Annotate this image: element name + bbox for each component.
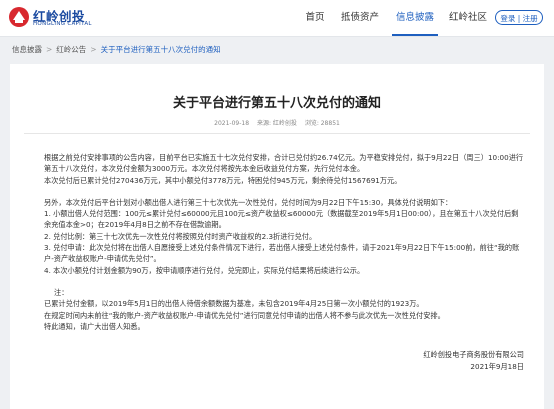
article-card: 关于平台进行第五十八次兑付的通知 2021-09-18 来源: 红岭创投 浏览:…	[10, 64, 544, 409]
login-link[interactable]: 登录	[500, 14, 515, 23]
article-meta: 2021-09-18 来源: 红岭创投 浏览: 28851	[10, 118, 544, 127]
breadcrumb-item-current: 关于平台进行第五十八次兑付的通知	[100, 45, 221, 54]
paragraph: 本次兑付后已累计兑付270436万元，其中小额兑付3778万元，特困兑付945万…	[44, 175, 402, 185]
article-views: 浏览: 28851	[304, 120, 340, 127]
nav-item-community[interactable]: 红岭社区	[446, 0, 490, 36]
breadcrumb-separator: >	[46, 45, 53, 54]
article-body: 根据之前兑付安排事项的公告内容，目前平台已实施五十七次兑付安排，合计已兑付约26…	[44, 152, 524, 332]
nav-item-home[interactable]: 首页	[300, 0, 330, 36]
nav-item-disclosure[interactable]: 信息披露	[392, 0, 438, 36]
auth-box: 登录 | 注册	[495, 10, 543, 25]
paragraph: 1. 小额出借人兑付范围：100元≤累计兑付≤60000元且100元≤资产收益权…	[44, 209, 519, 230]
note-item: 在规定时间内未前往“我的账户-资产收益权账户-申请优先兑付”进行同意兑付申请的出…	[44, 310, 445, 320]
note-item: 已累计兑付金额，以2019年5月1日的出借人待借余额数据为基准，未包含2019年…	[44, 299, 424, 309]
auth-separator: |	[517, 14, 521, 23]
paragraph: 4. 本次小额兑付计划金额为90万，按申请顺序进行兑付，兑完即止，实际兑付结果将…	[44, 265, 365, 275]
breadcrumb: 信息披露 > 红岭公告 > 关于平台进行第五十八次兑付的通知	[12, 44, 221, 58]
site-logo[interactable]: 红岭创投 HONGLING CAPITAL	[8, 5, 118, 31]
signature-date: 2021年9月18日	[470, 362, 524, 371]
article-source: 来源: 红岭创投	[256, 120, 297, 127]
breadcrumb-separator: >	[90, 45, 97, 54]
title-divider	[24, 133, 530, 134]
paragraph: 2. 兑付比例：第三十七次优先一次性兑付将按照兑付时资产收益权的2.3折进行兑付…	[44, 231, 317, 241]
signature-company: 红岭创投电子商务股份有限公司	[423, 350, 524, 359]
paragraph: 根据之前兑付安排事项的公告内容，目前平台已实施五十七次兑付安排，合计已兑付约26…	[44, 153, 524, 174]
logo-subtitle: HONGLING CAPITAL	[33, 21, 92, 27]
top-navigation-bar: 红岭创投 HONGLING CAPITAL 首页 抵债资产 信息披露 红岭社区 …	[0, 0, 554, 37]
nav-item-collateral-assets[interactable]: 抵债资产	[338, 0, 382, 36]
paragraph: 另外，本次兑付后平台计划对小额出借人进行第三十七次优先一次性兑付，兑付时间为9月…	[44, 197, 453, 207]
article-title: 关于平台进行第五十八次兑付的通知	[172, 96, 381, 111]
signature-block: 红岭创投电子商务股份有限公司 2021年9月18日	[310, 349, 524, 373]
breadcrumb-item-disclosure[interactable]: 信息披露	[12, 45, 42, 54]
note-item: 特此通知，请广大出借人知悉。	[44, 321, 145, 331]
note-heading: 注：	[54, 287, 69, 297]
logo-mark-icon	[9, 7, 29, 27]
breadcrumb-item-announcements[interactable]: 红岭公告	[56, 45, 86, 54]
paragraph: 3. 兑付申请：此次兑付将在出借人自愿接受上述兑付条件情况下进行，若出借人接受上…	[44, 243, 520, 264]
article-date: 2021-09-18	[214, 120, 250, 127]
register-link[interactable]: 注册	[523, 14, 538, 23]
